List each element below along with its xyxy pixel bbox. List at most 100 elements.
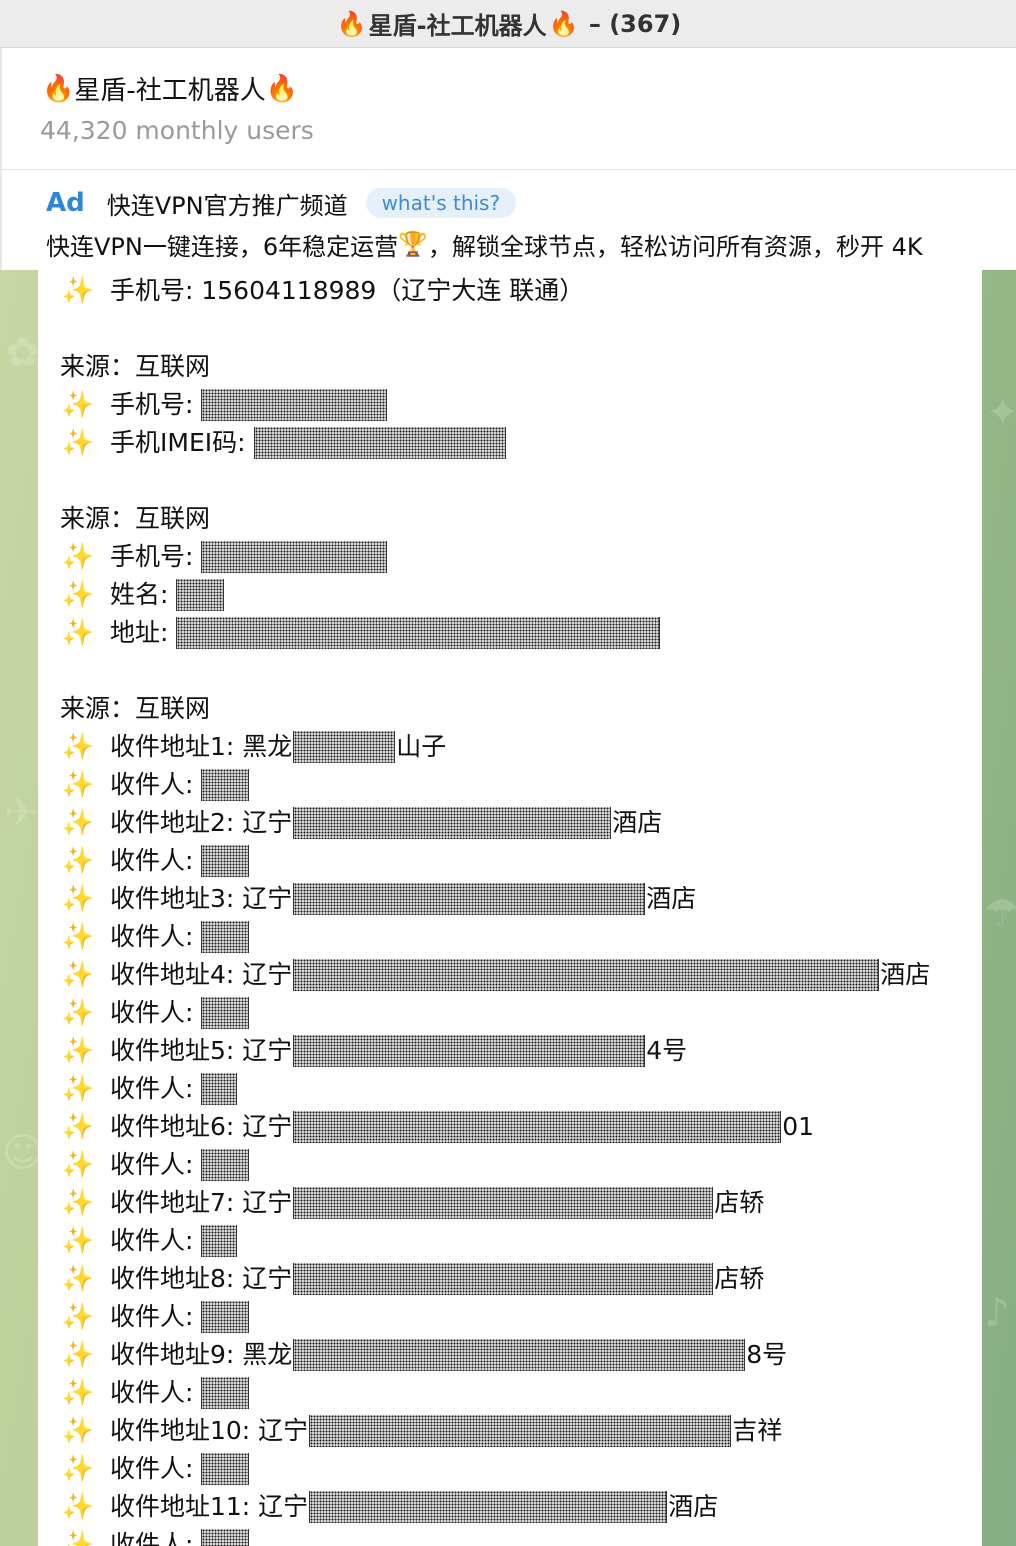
doodle-icon: ✦ — [986, 390, 1016, 436]
shipping-address-tail: 店轿 — [714, 1188, 765, 1217]
phone-label: 手机号: — [110, 542, 194, 571]
sparkles-icon: ✨ — [61, 542, 95, 572]
whats-this-button[interactable]: what's this? — [365, 188, 517, 218]
shipping-address-label: 收件地址8: 辽宁 — [110, 1264, 293, 1293]
sparkles-icon: ✨ — [61, 1150, 95, 1180]
redacted-block — [201, 389, 388, 421]
window-titlebar: 🔥 星盾-社工机器人 🔥 – (367) — [0, 0, 1016, 48]
redacted-block — [293, 959, 880, 991]
recipient-label: 收件人: — [110, 1454, 194, 1483]
shipping-address-tail: 8号 — [746, 1340, 788, 1369]
fire-icon: 🔥 — [336, 9, 367, 38]
redacted-block — [201, 1453, 250, 1485]
redacted-block — [201, 1377, 250, 1409]
chat-area[interactable]: ✿ ✈ ☺ ✦ ☂ ♪ ✨ 手机号: 15604118989（辽宁大连 联通） … — [0, 270, 1016, 1546]
chat-header[interactable]: 🔥 星盾-社工机器人 🔥 44,320 monthly users — [0, 48, 1016, 170]
redacted-block — [293, 731, 396, 763]
shipping-address-label: 收件地址9: 黑龙 — [110, 1340, 293, 1369]
sparkles-icon: ✨ — [61, 1226, 95, 1256]
redacted-block — [201, 1073, 238, 1105]
name-label: 姓名: — [110, 580, 169, 609]
recipient-label: 收件人: — [110, 846, 194, 875]
shipping-address-label: 收件地址11: 辽宁 — [110, 1492, 309, 1521]
sparkles-icon: ✨ — [61, 1378, 95, 1408]
shipping-address-label: 收件地址2: 辽宁 — [110, 808, 293, 837]
recipient-label: 收件人: — [110, 1378, 194, 1407]
sparkles-icon: ✨ — [61, 1264, 95, 1294]
shipping-address-tail: 4号 — [646, 1036, 688, 1065]
sparkles-icon: ✨ — [61, 1340, 95, 1370]
recipient-label: 收件人: — [110, 1074, 194, 1103]
sparkles-icon: ✨ — [61, 1530, 95, 1546]
sparkles-icon: ✨ — [61, 1302, 95, 1332]
shipping-address-tail: 酒店 — [668, 1492, 719, 1521]
shipping-address-label: 收件地址6: 辽宁 — [110, 1112, 293, 1141]
source-label: 来源：互联网 — [60, 352, 211, 381]
sparkles-icon: ✨ — [61, 276, 95, 306]
fire-icon: 🔥 — [265, 73, 299, 104]
sparkles-icon: ✨ — [61, 1074, 95, 1104]
redacted-block — [201, 845, 250, 877]
doodle-icon: ✿ — [6, 330, 40, 376]
sparkles-icon: ✨ — [61, 1036, 95, 1066]
shipping-address-label: 收件地址4: 辽宁 — [110, 960, 293, 989]
phone-label: 手机号: — [110, 390, 194, 419]
recipient-label: 收件人: — [110, 1530, 194, 1546]
source-label: 来源：互联网 — [60, 504, 211, 533]
sparkles-icon: ✨ — [61, 1416, 95, 1446]
shipping-address-label: 收件地址7: 辽宁 — [110, 1188, 293, 1217]
doodle-icon: ✈ — [4, 790, 38, 836]
sponsored-ad[interactable]: Ad 快连VPN官方推广频道 what's this? 快连VPN一键连接，6年… — [0, 170, 1016, 270]
sparkles-icon: ✨ — [61, 922, 95, 952]
sparkles-icon: ✨ — [61, 618, 95, 648]
redacted-block — [309, 1415, 732, 1447]
redacted-block — [176, 617, 661, 649]
redacted-block — [253, 427, 506, 459]
doodle-icon: ☂ — [984, 890, 1016, 936]
redacted-block — [293, 1111, 782, 1143]
message-text: ✨ 手机号: 15604118989（辽宁大连 联通） 来源：互联网 ✨ 手机号… — [60, 272, 930, 1546]
redacted-block — [201, 1149, 250, 1181]
recipient-label: 收件人: — [110, 770, 194, 799]
redacted-block — [201, 921, 250, 953]
trophy-icon: 🏆 — [398, 230, 429, 258]
redacted-block — [309, 1491, 668, 1523]
message-bubble[interactable]: ✨ 手机号: 15604118989（辽宁大连 联通） 来源：互联网 ✨ 手机号… — [38, 270, 982, 1546]
shipping-address-tail: 店轿 — [714, 1264, 765, 1293]
message-line: ✨ 手机号: 15604118989（辽宁大连 联通） — [60, 272, 930, 310]
redacted-block — [176, 579, 225, 611]
sparkles-icon: ✨ — [61, 580, 95, 610]
bot-name[interactable]: 🔥 星盾-社工机器人 🔥 — [42, 70, 298, 107]
redacted-block — [201, 997, 250, 1029]
recipient-label: 收件人: — [110, 1150, 194, 1179]
ad-text[interactable]: 快连VPN一键连接，6年稳定运营 🏆 ，解锁全球节点，轻松访问所有资源，秒开 4… — [46, 226, 923, 262]
ad-title[interactable]: 快连VPN官方推广频道 — [107, 186, 348, 221]
redacted-block — [293, 807, 612, 839]
bot-name-text: 星盾-社工机器人 — [74, 76, 266, 106]
redacted-block — [201, 1225, 238, 1257]
sparkles-icon: ✨ — [61, 732, 95, 762]
sparkles-icon: ✨ — [61, 998, 95, 1028]
sparkles-icon: ✨ — [61, 428, 95, 458]
recipient-label: 收件人: — [110, 998, 194, 1027]
sparkles-icon: ✨ — [61, 1492, 95, 1522]
shipping-address-tail: 酒店 — [646, 884, 697, 913]
sparkles-icon: ✨ — [61, 1454, 95, 1484]
redacted-block — [293, 883, 646, 915]
redacted-block — [201, 1301, 250, 1333]
shipping-address-tail: 酒店 — [612, 808, 663, 837]
sparkles-icon: ✨ — [61, 846, 95, 876]
imei-label: 手机IMEI码: — [110, 428, 246, 457]
ad-label: Ad — [46, 188, 85, 218]
sparkles-icon: ✨ — [61, 884, 95, 914]
window-title-count: – (367) — [580, 9, 682, 38]
source-label: 来源：互联网 — [60, 694, 211, 723]
sparkles-icon: ✨ — [61, 960, 95, 990]
redacted-block — [293, 1263, 714, 1295]
shipping-address-tail: 酒店 — [880, 960, 931, 989]
window-title: 星盾-社工机器人 — [368, 12, 547, 40]
doodle-icon: ♪ — [984, 1290, 1010, 1336]
shipping-address-tail: 吉祥 — [732, 1416, 783, 1445]
shipping-address-label: 收件地址10: 辽宁 — [110, 1416, 309, 1445]
ad-text-part2: ，解锁全球节点，轻松访问所有资源，秒开 4K — [428, 232, 923, 261]
